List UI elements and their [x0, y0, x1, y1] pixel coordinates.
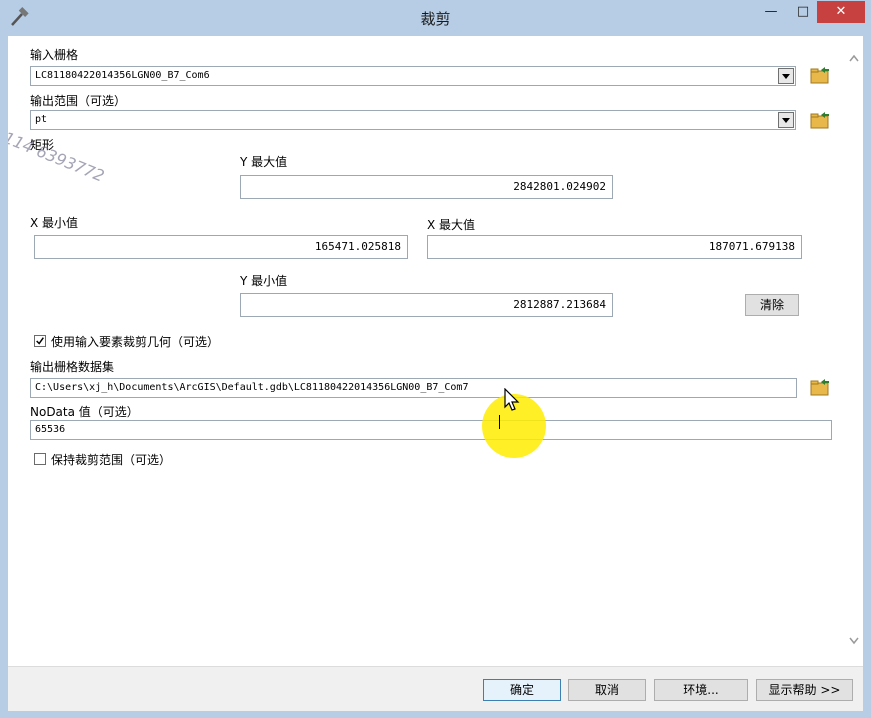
input-raster-combo[interactable]: LC81180422014356LGN00_B7_Com6: [30, 66, 796, 86]
window-frame-bottom: [0, 710, 871, 718]
cancel-button[interactable]: 取消: [568, 679, 646, 701]
window-title: 裁剪: [420, 10, 451, 28]
text-caret: [499, 415, 500, 429]
tool-parameters-panel: 输入栅格 LC81180422014356LGN00_B7_Com6 输出范围（…: [8, 36, 863, 666]
watermark: 114 6393772: [8, 128, 108, 186]
input-raster-label: 输入栅格: [30, 48, 79, 62]
output-extent-combo[interactable]: pt: [30, 110, 796, 130]
checkmark-icon: [36, 337, 44, 345]
maximize-button[interactable]: □: [790, 1, 816, 23]
y-max-input[interactable]: 2842801.024902: [240, 175, 613, 199]
x-max-input[interactable]: 187071.679138: [427, 235, 802, 259]
y-min-label: Y 最小值: [240, 274, 288, 288]
x-max-label: X 最大值: [427, 218, 476, 232]
output-raster-input[interactable]: C:\Users\xj_h\Documents\ArcGIS\Default.g…: [30, 378, 797, 398]
dialog-footer: 确定 取消 环境... 显示帮助 >>: [8, 666, 863, 711]
output-extent-dropdown-arrow[interactable]: [778, 112, 794, 128]
minimize-button[interactable]: —: [756, 1, 786, 23]
window-frame-left: [0, 36, 8, 718]
folder-open-icon[interactable]: [809, 111, 831, 131]
mouse-pointer-icon: [504, 388, 520, 411]
scroll-down-icon[interactable]: [849, 637, 859, 645]
use-input-features-checkbox[interactable]: [34, 335, 46, 347]
maintain-extent-checkbox[interactable]: [34, 453, 46, 465]
output-extent-label: 输出范围（可选）: [30, 94, 127, 108]
environments-button[interactable]: 环境...: [654, 679, 748, 701]
window-frame-right: [863, 36, 871, 718]
y-max-label: Y 最大值: [240, 155, 288, 169]
ok-button[interactable]: 确定: [483, 679, 561, 701]
scrollbar[interactable]: [845, 36, 863, 666]
folder-open-icon[interactable]: [809, 378, 831, 398]
close-button[interactable]: ✕: [817, 1, 865, 23]
y-min-input[interactable]: 2812887.213684: [240, 293, 613, 317]
folder-open-icon[interactable]: [809, 66, 831, 86]
output-raster-label: 输出栅格数据集: [30, 360, 115, 374]
title-bar: 裁剪 — □ ✕: [0, 0, 871, 36]
input-raster-dropdown-arrow[interactable]: [778, 68, 794, 84]
use-input-features-label: 使用输入要素裁剪几何（可选）: [51, 335, 220, 349]
clear-button[interactable]: 清除: [745, 294, 799, 316]
x-min-label: X 最小值: [30, 216, 79, 230]
maintain-extent-label: 保持裁剪范围（可选）: [51, 453, 172, 467]
scroll-up-icon[interactable]: [849, 54, 859, 62]
x-min-input[interactable]: 165471.025818: [34, 235, 408, 259]
show-help-button[interactable]: 显示帮助 >>: [756, 679, 853, 701]
nodata-input[interactable]: 65536: [30, 420, 832, 440]
nodata-label: NoData 值（可选）: [30, 405, 139, 419]
